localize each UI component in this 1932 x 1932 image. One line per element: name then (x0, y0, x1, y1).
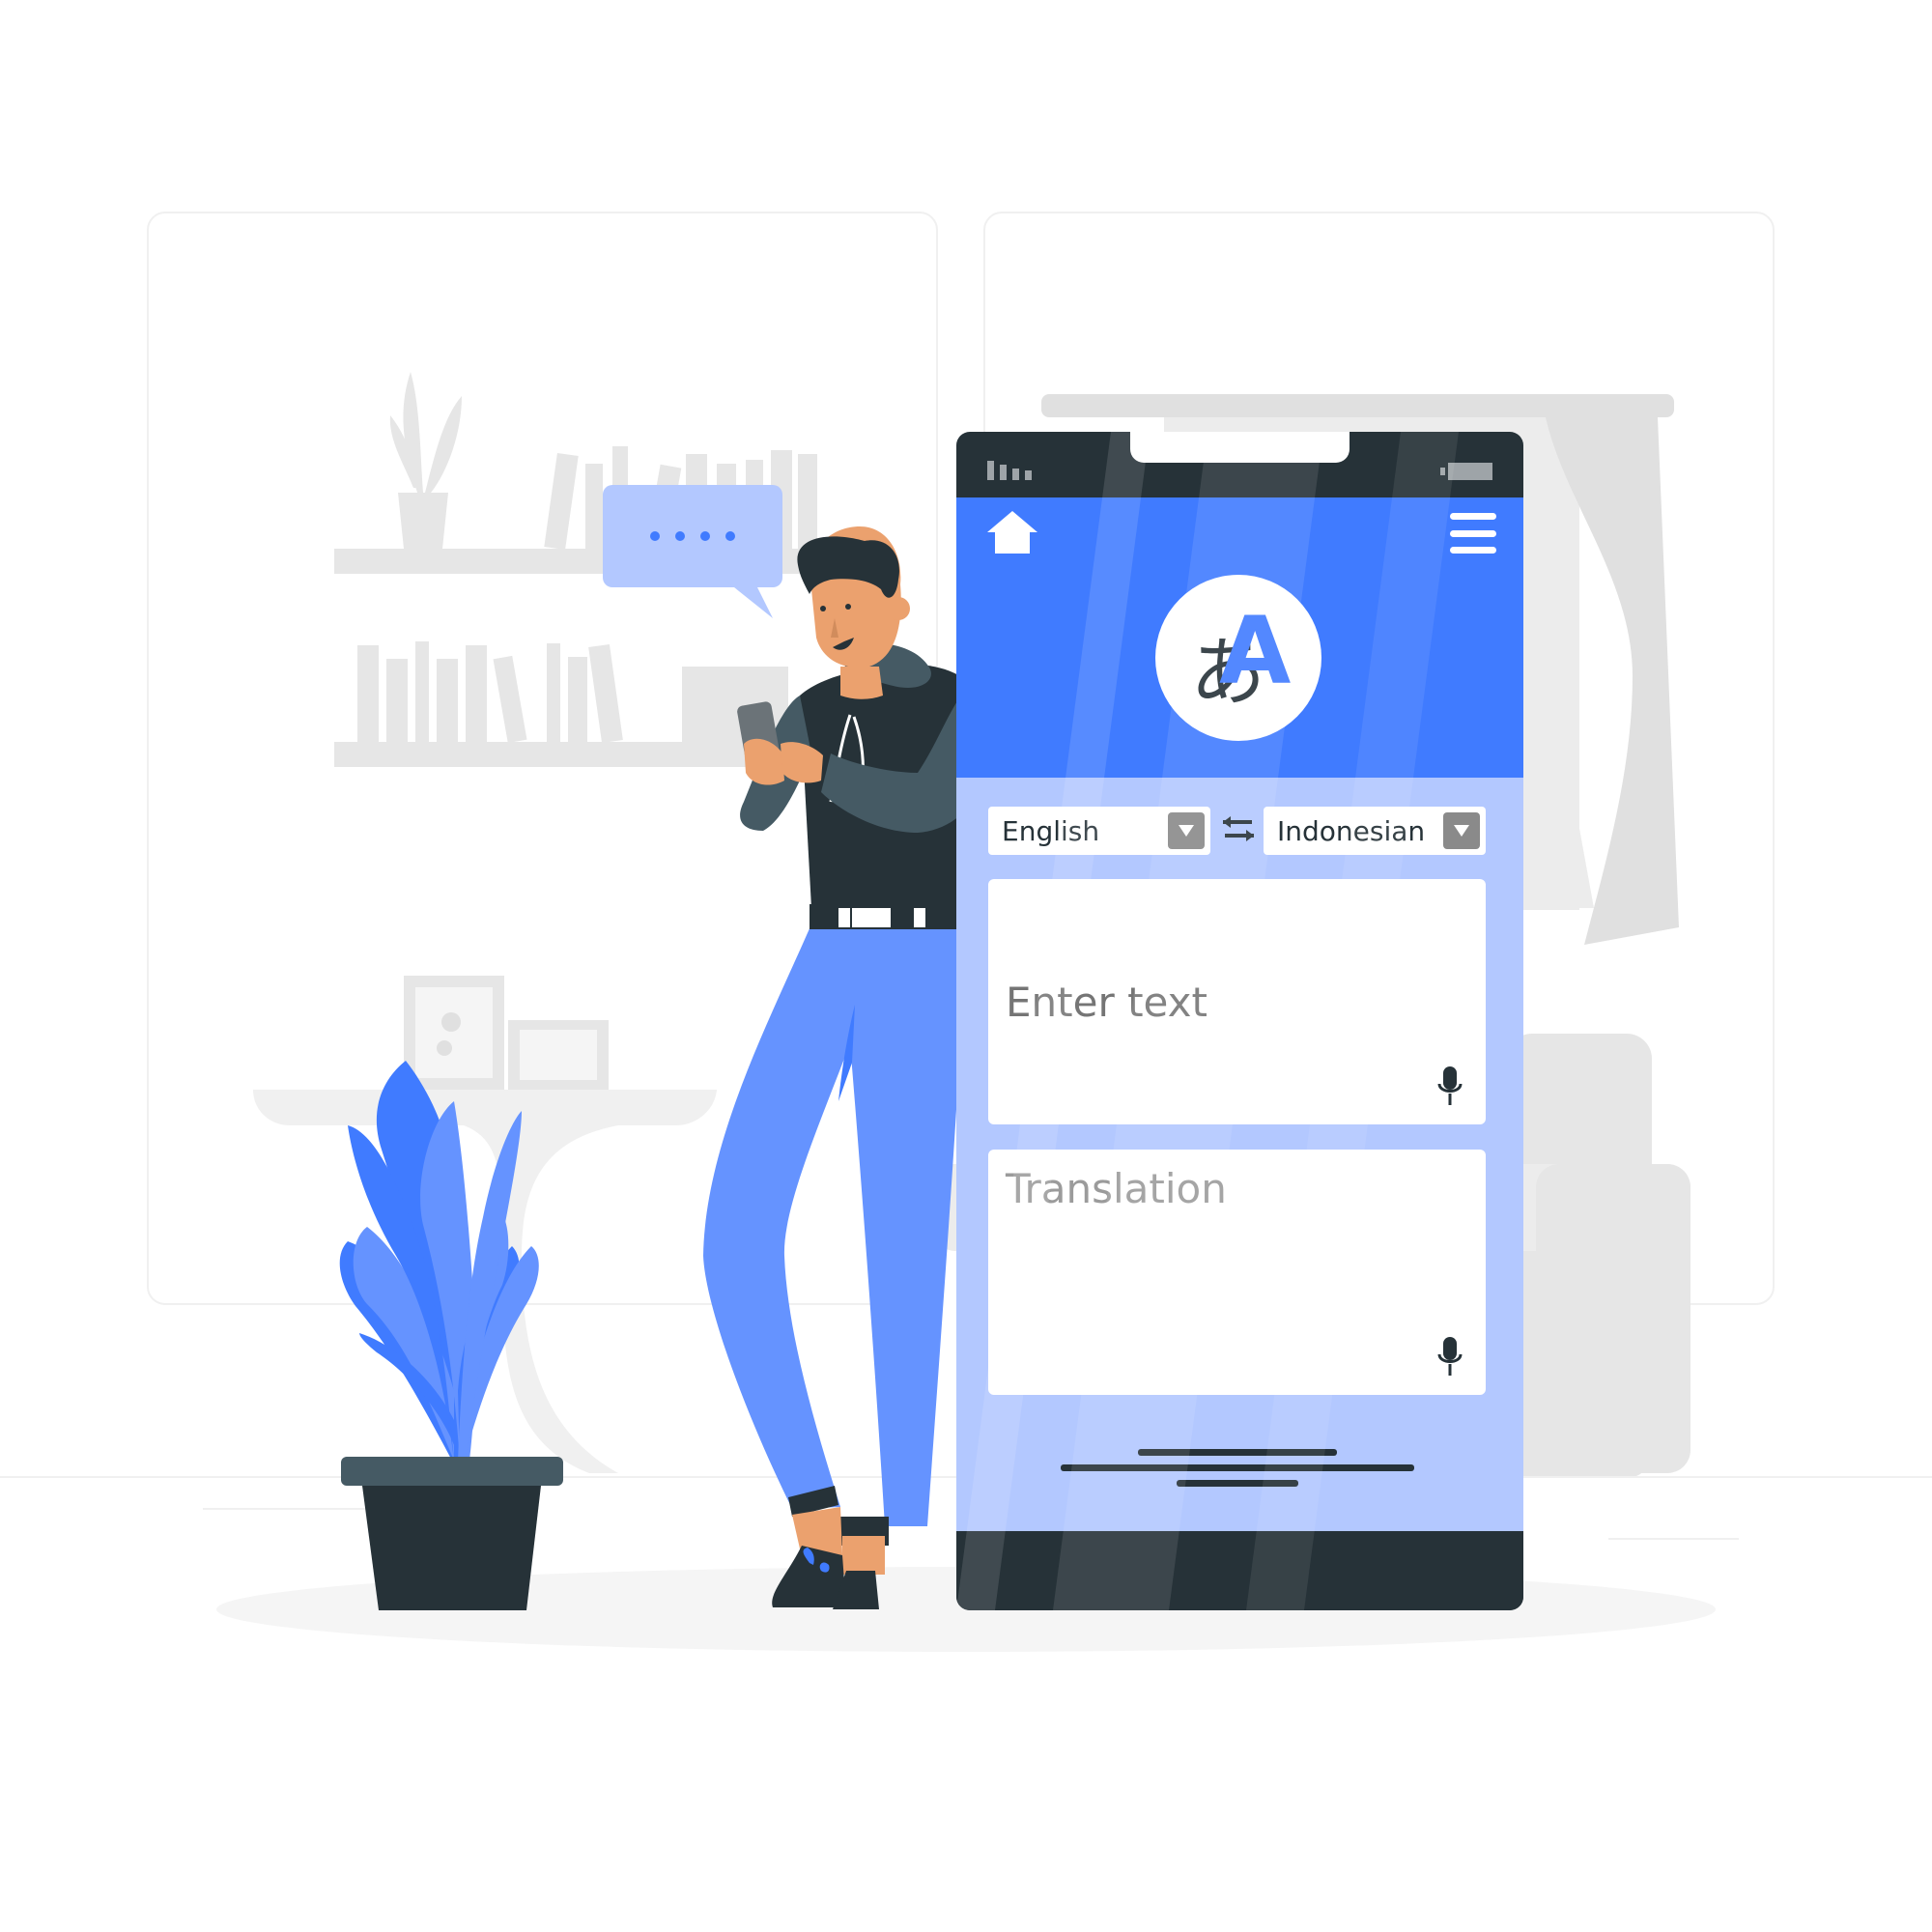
swap-languages-button[interactable] (1219, 812, 1258, 847)
svg-text:A: A (1219, 597, 1291, 705)
translation-output-box: Translation (988, 1150, 1486, 1395)
hamburger-line (1450, 547, 1496, 554)
hamburger-line (1450, 529, 1496, 537)
home-button[interactable] (985, 509, 1039, 557)
source-text-box (988, 879, 1486, 1124)
microphone-icon (1437, 1337, 1463, 1376)
app-logo: あ A (1155, 575, 1321, 741)
home-icon (987, 511, 1037, 554)
hamburger-menu-icon (1450, 513, 1496, 520)
swap-arrows-icon (1223, 816, 1254, 841)
translation-mic-button[interactable] (1435, 1335, 1464, 1378)
source-language-label: English (1002, 814, 1100, 847)
target-language-label: Indonesian (1277, 814, 1426, 847)
app-body: English Indonesian Enter text Translatio… (956, 778, 1523, 1531)
target-language-select[interactable]: Indonesian (1264, 807, 1486, 855)
phone-notch (1130, 432, 1350, 463)
source-mic-button[interactable] (1435, 1065, 1464, 1107)
battery-icon (1440, 463, 1492, 480)
translation-placeholder: Translation (1006, 1165, 1227, 1212)
microphone-icon (1437, 1066, 1463, 1105)
decorative-lines (1061, 1449, 1414, 1487)
translate-icon: あ A (1190, 597, 1291, 717)
chevron-down-icon[interactable] (1168, 812, 1205, 849)
chevron-down-icon[interactable] (1443, 812, 1480, 849)
phone-frame: あ A English Indonesian Enter text Transl… (956, 432, 1523, 1610)
app-header: あ A (956, 497, 1523, 778)
signal-icon (987, 461, 1032, 480)
source-language-select[interactable]: English (988, 807, 1210, 855)
menu-button[interactable] (1450, 513, 1496, 554)
source-text-input[interactable] (988, 879, 1486, 1124)
phone-bottom-bezel (956, 1531, 1523, 1610)
